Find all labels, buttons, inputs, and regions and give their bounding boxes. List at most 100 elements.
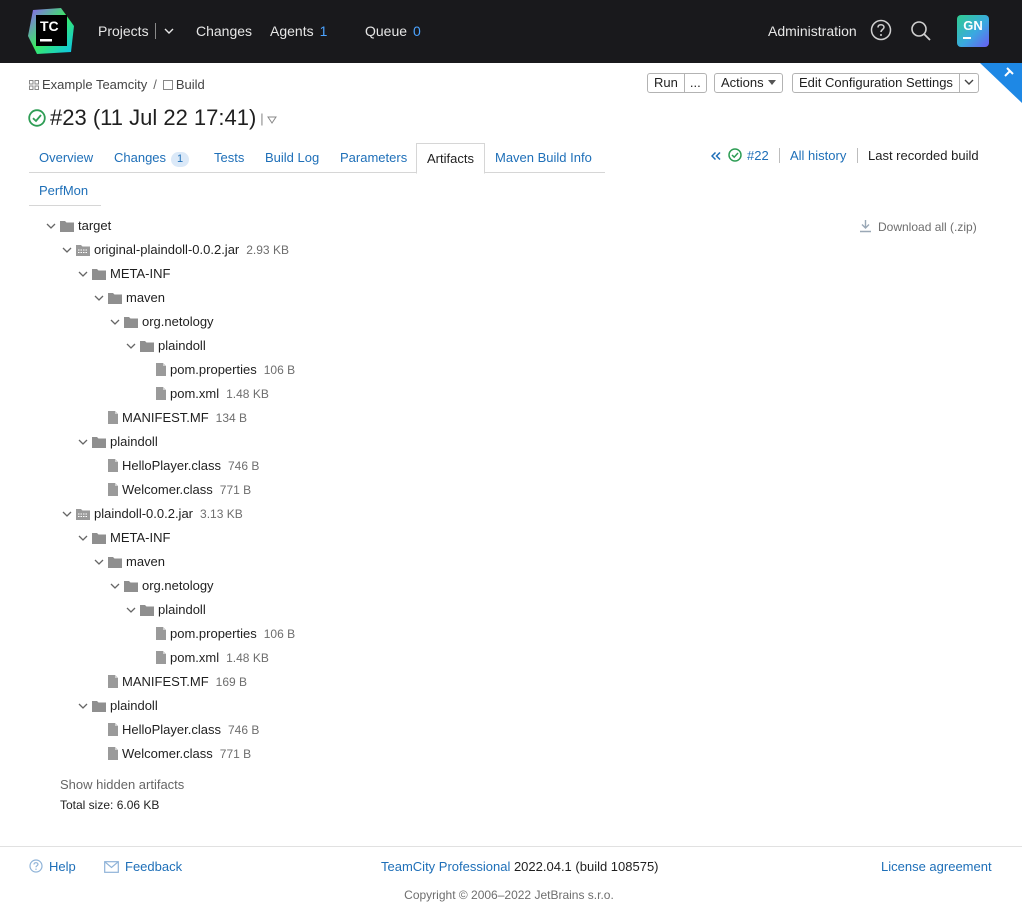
folder-icon xyxy=(92,533,106,544)
artifact-row[interactable]: plaindoll xyxy=(0,694,700,718)
artifact-row[interactable]: plaindoll xyxy=(0,334,700,358)
artifact-row[interactable]: org.netology xyxy=(0,574,700,598)
artifact-name: maven xyxy=(126,290,166,305)
search-icon[interactable] xyxy=(910,20,932,42)
folder-icon xyxy=(140,605,154,616)
artifact-name: plaindoll-0.0.2.jar xyxy=(94,506,194,521)
feedback-ribbon-icon[interactable] xyxy=(980,63,1022,103)
chevron-down-icon[interactable] xyxy=(110,317,120,327)
artifact-row[interactable]: pom.xml 1.48 KB xyxy=(0,646,700,670)
nav-agents[interactable]: Agents 1 xyxy=(270,22,327,40)
artifact-row[interactable]: plaindoll xyxy=(0,598,700,622)
download-all-label: Download all (.zip) xyxy=(878,220,977,234)
artifact-size: 106 B xyxy=(263,627,296,641)
artifact-row[interactable]: MANIFEST.MF 134 B xyxy=(0,406,700,430)
run-button[interactable]: Run xyxy=(648,74,684,92)
tab-tests[interactable]: Tests xyxy=(204,143,254,173)
artifact-row[interactable]: Welcomer.class 771 B xyxy=(0,478,700,502)
footer-product-link[interactable]: TeamCity Professional xyxy=(381,859,510,874)
last-recorded-build-label: Last recorded build xyxy=(868,148,979,163)
chevron-down-icon[interactable] xyxy=(94,293,104,303)
teamcity-logo-icon[interactable]: TC xyxy=(27,6,76,55)
breadcrumb-build[interactable]: Build xyxy=(176,77,205,92)
tab-artifacts[interactable]: Artifacts xyxy=(416,143,485,174)
tab-perfmon[interactable]: PerfMon xyxy=(29,178,98,206)
artifact-name: HelloPlayer.class xyxy=(122,722,221,737)
chevron-down-icon[interactable] xyxy=(78,437,88,447)
double-chevron-left-icon[interactable] xyxy=(710,151,721,161)
artifact-name: Welcomer.class xyxy=(122,482,213,497)
nav-changes[interactable]: Changes xyxy=(196,22,252,40)
previous-build-link[interactable]: #22 xyxy=(747,148,769,164)
artifact-row[interactable]: maven xyxy=(0,286,700,310)
folder-icon xyxy=(108,557,122,568)
chevron-down-icon[interactable] xyxy=(126,605,136,615)
footer-help-link[interactable]: Help xyxy=(29,859,76,875)
build-number-date: #23 (11 Jul 22 17:41) xyxy=(50,105,257,130)
queue-count: 0 xyxy=(413,23,421,39)
tab-overview[interactable]: Overview xyxy=(29,143,103,173)
nav-divider xyxy=(154,23,156,39)
chevron-down-icon[interactable] xyxy=(78,533,88,543)
chevron-down-icon[interactable] xyxy=(110,581,120,591)
artifact-size: 771 B xyxy=(219,747,252,761)
nav-administration[interactable]: Administration xyxy=(768,22,857,40)
artifact-row[interactable]: META-INF xyxy=(0,526,700,550)
artifact-row[interactable]: pom.properties 106 B xyxy=(0,622,700,646)
breadcrumb-project[interactable]: Example Teamcity xyxy=(42,77,147,92)
artifact-row[interactable]: pom.properties 106 B xyxy=(0,358,700,382)
artifact-row[interactable]: plaindoll-0.0.2.jar 3.13 KB xyxy=(0,502,700,526)
artifact-row[interactable]: org.netology xyxy=(0,310,700,334)
nav-projects[interactable]: Projects xyxy=(98,22,174,40)
artifact-row[interactable]: MANIFEST.MF 169 B xyxy=(0,670,700,694)
artifact-row[interactable]: target xyxy=(0,214,700,238)
run-custom-button[interactable]: ... xyxy=(685,74,706,92)
footer-feedback-link[interactable]: Feedback xyxy=(104,859,182,875)
chevron-down-icon[interactable] xyxy=(164,28,174,34)
chevron-down-icon[interactable] xyxy=(94,557,104,567)
artifact-row[interactable]: pom.xml 1.48 KB xyxy=(0,382,700,406)
show-hidden-artifacts-link[interactable]: Show hidden artifacts xyxy=(60,777,184,793)
artifact-name: target xyxy=(78,218,112,233)
total-size: Total size: 6.06 KB xyxy=(60,798,160,812)
edit-configuration-dropdown[interactable] xyxy=(960,74,978,92)
chevron-down-icon[interactable] xyxy=(126,341,136,351)
chevron-down-icon[interactable] xyxy=(46,221,56,231)
envelope-icon xyxy=(104,861,119,873)
chevron-down-icon[interactable] xyxy=(62,509,72,519)
help-icon[interactable] xyxy=(870,19,892,41)
download-all-link[interactable]: Download all (.zip) xyxy=(859,219,977,235)
tab-maven-build-info[interactable]: Maven Build Info xyxy=(485,143,602,173)
nav-queue[interactable]: Queue 0 xyxy=(365,22,421,40)
nav-changes-label: Changes xyxy=(196,23,253,39)
tab-parameters[interactable]: Parameters xyxy=(330,143,417,173)
chevron-down-icon[interactable] xyxy=(78,269,88,279)
all-history-link[interactable]: All history xyxy=(790,148,846,164)
build-title: #23 (11 Jul 22 17:41) | xyxy=(28,104,277,133)
artifact-row[interactable]: Welcomer.class 771 B xyxy=(0,742,700,766)
artifact-size: 746 B xyxy=(228,723,260,737)
artifact-size: 3.13 KB xyxy=(200,507,243,521)
chevron-down-icon[interactable] xyxy=(62,245,72,255)
caret-down-icon xyxy=(767,80,776,85)
chevron-down-icon[interactable] xyxy=(78,701,88,711)
tab-build-log[interactable]: Build Log xyxy=(255,143,329,173)
tab-changes[interactable]: Changes 1 xyxy=(104,143,199,173)
artifact-row[interactable]: META-INF xyxy=(0,262,700,286)
artifact-name: pom.properties xyxy=(170,362,257,377)
artifact-row[interactable]: plaindoll xyxy=(0,430,700,454)
file-icon xyxy=(108,747,118,760)
user-avatar[interactable]: GN xyxy=(957,15,989,47)
actions-label: Actions xyxy=(721,75,764,90)
artifact-row[interactable]: maven xyxy=(0,550,700,574)
artifact-row[interactable]: HelloPlayer.class 746 B xyxy=(0,454,700,478)
artifact-row[interactable]: HelloPlayer.class 746 B xyxy=(0,718,700,742)
artifact-name: pom.xml xyxy=(170,650,220,665)
actions-dropdown[interactable]: Actions xyxy=(714,73,783,93)
build-menu-toggle[interactable]: | xyxy=(260,111,277,126)
edit-configuration-button[interactable]: Edit Configuration Settings xyxy=(793,74,959,92)
edit-configuration-group: Edit Configuration Settings xyxy=(792,73,979,93)
footer-license-link[interactable]: License agreement xyxy=(881,859,992,875)
agents-count: 1 xyxy=(319,23,328,39)
artifact-row[interactable]: original-plaindoll-0.0.2.jar 2.93 KB xyxy=(0,238,700,262)
